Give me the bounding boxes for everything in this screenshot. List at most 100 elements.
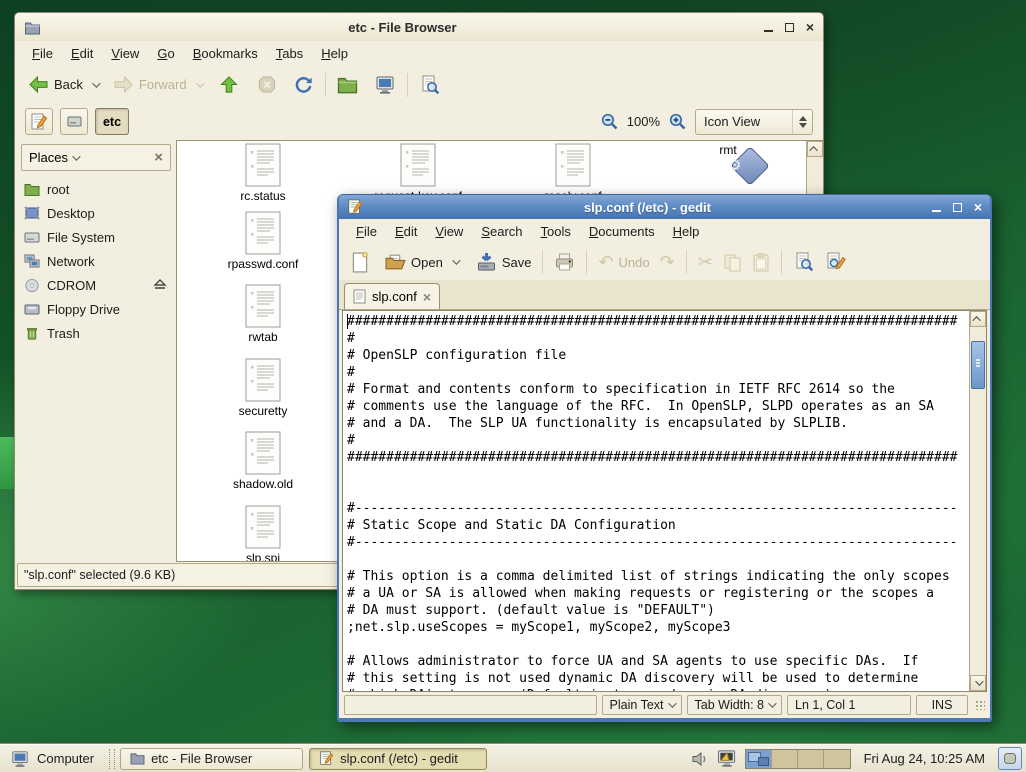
file-item[interactable]: ⚙ rmt (653, 143, 803, 157)
open-dropdown-icon[interactable] (452, 256, 460, 264)
paste-button[interactable] (747, 250, 775, 275)
zoom-in-icon[interactable] (668, 112, 687, 131)
print-button[interactable] (549, 250, 580, 275)
menu-item[interactable]: Edit (62, 43, 102, 64)
up-button[interactable] (214, 72, 244, 97)
menu-item[interactable]: Go (148, 43, 183, 64)
root-path-button[interactable] (60, 108, 88, 135)
close-icon[interactable]: × (974, 202, 982, 212)
workspace-1[interactable] (746, 750, 772, 768)
eject-icon[interactable] (153, 278, 171, 293)
scrollbar-thumb[interactable] (971, 341, 985, 389)
zoom-out-icon[interactable] (600, 112, 619, 131)
code-line: # (347, 364, 969, 381)
menu-item[interactable]: Tabs (267, 43, 312, 64)
sidebar-item-trash[interactable]: Trash (21, 321, 171, 345)
file-item[interactable]: securetty (188, 358, 338, 418)
file-item[interactable]: rwtab (188, 284, 338, 344)
reload-button[interactable] (288, 72, 319, 97)
path-label: etc (103, 115, 121, 129)
redo-button[interactable]: ↷ (655, 250, 680, 274)
tab-slp-conf[interactable]: slp.conf × (344, 283, 440, 309)
resize-grip[interactable] (975, 700, 985, 710)
gedit-toolbar: Open Save ↶ Undo ↷ ✂ (339, 244, 990, 280)
back-button[interactable]: Back (23, 72, 88, 97)
insert-mode[interactable]: INS (916, 695, 968, 715)
sidebar-item-filesystem[interactable]: File System (21, 225, 171, 249)
sidebar-item-root[interactable]: root (21, 177, 171, 201)
edit-location-button[interactable] (25, 108, 53, 135)
view-mode-spinner-icon[interactable] (792, 110, 812, 134)
gedit-titlebar[interactable]: slp.conf (/etc) - gedit × (339, 195, 990, 219)
drive-icon (67, 115, 82, 128)
scroll-up-icon[interactable] (807, 141, 823, 157)
sidebar-close-icon[interactable]: × (154, 149, 163, 166)
menu-item[interactable]: View (102, 43, 148, 64)
cut-button[interactable]: ✂ (693, 250, 718, 274)
note-pencil-icon (30, 113, 48, 131)
open-button[interactable]: Open (380, 250, 463, 274)
menu-item[interactable]: Documents (580, 221, 664, 242)
home-button[interactable] (332, 73, 363, 97)
text-area[interactable]: ########################################… (343, 311, 969, 691)
workspace-switcher[interactable] (745, 749, 851, 769)
scroll-down-icon[interactable] (970, 675, 986, 691)
close-icon[interactable]: × (806, 22, 814, 32)
menu-item[interactable]: Tools (532, 221, 580, 242)
file-browser-titlebar[interactable]: etc - File Browser × (15, 13, 823, 41)
show-desktop-button[interactable] (998, 747, 1022, 770)
display-settings-icon[interactable] (716, 749, 738, 768)
code-line: # a UA or SA is allowed when making requ… (347, 585, 969, 602)
maximize-icon[interactable] (785, 23, 794, 32)
zoom-level: 100% (627, 114, 660, 129)
clock[interactable]: Fri Aug 24, 10:25 AM (864, 751, 985, 766)
workspace-4[interactable] (824, 750, 850, 768)
forward-button[interactable]: Forward (108, 72, 192, 97)
copy-button[interactable] (718, 250, 747, 275)
file-item[interactable]: shadow.old (188, 431, 338, 491)
undo-button[interactable]: ↶ Undo (593, 250, 654, 274)
find-button[interactable] (788, 249, 820, 275)
minimize-icon[interactable] (764, 23, 773, 32)
replace-button[interactable] (820, 249, 852, 275)
workspace-2[interactable] (772, 750, 798, 768)
sidebar-item-network[interactable]: Network (21, 249, 171, 273)
computer-menu-button[interactable]: Computer (4, 748, 104, 770)
editor-scrollbar[interactable] (969, 311, 986, 691)
forward-dropdown-icon[interactable] (196, 79, 204, 87)
menu-item[interactable]: Edit (386, 221, 426, 242)
maximize-icon[interactable] (953, 203, 962, 212)
new-document-button[interactable] (346, 249, 374, 276)
file-item[interactable]: rc.status (188, 143, 338, 203)
sidebar-item-desktop[interactable]: Desktop (21, 201, 171, 225)
tab-width-select[interactable]: Tab Width: 8 (687, 695, 782, 715)
computer-button[interactable] (369, 72, 401, 98)
scroll-up-icon[interactable] (970, 311, 986, 327)
stop-button[interactable] (252, 72, 282, 97)
tab-close-icon[interactable]: × (423, 289, 431, 305)
menu-item[interactable]: Help (312, 43, 357, 64)
search-button[interactable] (414, 72, 446, 98)
volume-icon[interactable] (691, 751, 709, 767)
back-dropdown-icon[interactable] (92, 79, 100, 87)
menu-item[interactable]: File (347, 221, 386, 242)
menu-item[interactable]: View (426, 221, 472, 242)
menu-item[interactable]: Bookmarks (184, 43, 267, 64)
task-file-browser[interactable]: etc - File Browser (120, 748, 303, 770)
view-mode-select[interactable]: Icon View (695, 109, 813, 135)
path-button-etc[interactable]: etc (95, 108, 129, 135)
gedit-editor[interactable]: ########################################… (342, 310, 987, 692)
menu-item[interactable]: Search (472, 221, 531, 242)
menu-item[interactable]: Help (664, 221, 709, 242)
language-select[interactable]: Plain Text (602, 695, 682, 715)
places-header[interactable]: Places × (21, 144, 171, 171)
minimize-icon[interactable] (932, 203, 941, 212)
workspace-3[interactable] (798, 750, 824, 768)
sidebar-item-floppy[interactable]: Floppy Drive (21, 297, 171, 321)
file-item[interactable]: rpasswd.conf (188, 211, 338, 271)
file-item[interactable]: slp.spi (188, 505, 338, 562)
sidebar-item-cdrom[interactable]: CDROM (21, 273, 171, 297)
save-button[interactable]: Save (471, 249, 537, 275)
menu-item[interactable]: File (23, 43, 62, 64)
task-gedit[interactable]: slp.conf (/etc) - gedit (309, 748, 487, 770)
